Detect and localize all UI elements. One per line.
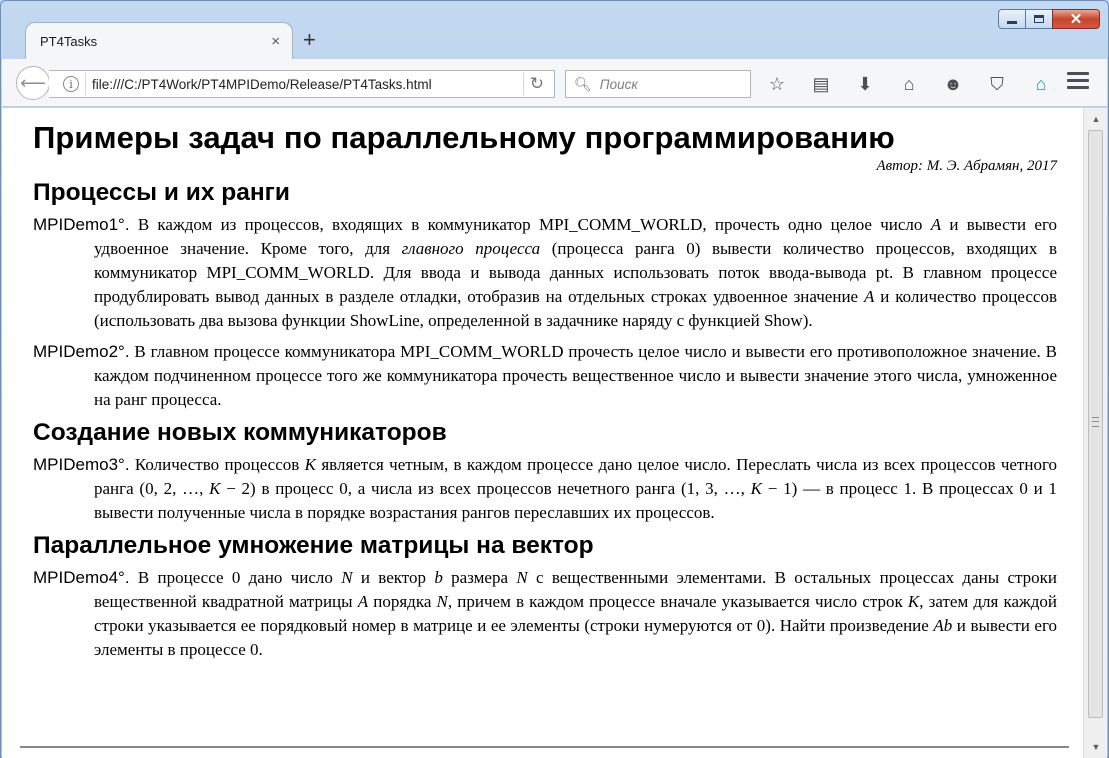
- tab-close-icon[interactable]: ×: [271, 33, 280, 50]
- task-text: В главном процессе коммуникатора MPI_COM…: [94, 342, 1057, 409]
- task-italic-text: b: [434, 568, 443, 587]
- task-italic-text: K: [750, 479, 762, 498]
- task-id: MPIDemo3°.: [33, 455, 130, 474]
- new-tab-button[interactable]: +: [303, 27, 316, 53]
- tab-strip: PT4Tasks × +: [1, 1, 1108, 60]
- task-italic-text: N: [436, 592, 448, 611]
- task-italic-text: N: [516, 568, 528, 587]
- page-viewport: Примеры задач по параллельному программи…: [2, 108, 1083, 758]
- smiley-icon[interactable]: ☻: [938, 69, 968, 99]
- url-bar[interactable]: i file:///C:/PT4Work/PT4MPIDemo/Release/…: [49, 70, 555, 98]
- url-separator: [522, 73, 524, 95]
- info-icon[interactable]: i: [63, 76, 79, 92]
- task-text: порядка: [368, 592, 437, 611]
- tab-pt4tasks[interactable]: PT4Tasks ×: [25, 22, 293, 60]
- task-text: − 2) в процесс 0, а числа из всех процес…: [220, 479, 751, 498]
- task-text: , причем в каждом процессе вначале указы…: [447, 592, 908, 611]
- task-description: MPIDemo1°. В каждом из процессов, входящ…: [33, 213, 1057, 333]
- scroll-down-icon[interactable]: ▼: [1084, 738, 1108, 756]
- section-heading: Создание новых коммуникаторов: [33, 419, 447, 446]
- addon-icon[interactable]: ⌂: [1026, 69, 1056, 99]
- task-italic-text: главного процесса: [401, 239, 541, 258]
- scroll-thumb[interactable]: [1088, 130, 1103, 718]
- back-button[interactable]: ⟵: [16, 66, 50, 100]
- search-input[interactable]: 🔍︎ Поиск: [565, 70, 751, 98]
- task-text: Количество процессов: [129, 455, 305, 474]
- task-text: и вектор: [352, 568, 435, 587]
- reload-icon[interactable]: ↻: [530, 74, 544, 94]
- page-content: Примеры задач по параллельному программи…: [2, 108, 1083, 662]
- task-id: MPIDemo1°.: [33, 215, 130, 234]
- home-icon[interactable]: ⌂: [894, 69, 924, 99]
- page-title: Примеры задач по параллельному программи…: [33, 120, 895, 155]
- grip-icon: [1092, 417, 1099, 427]
- tab-title: PT4Tasks: [40, 34, 98, 49]
- scroll-up-icon[interactable]: ▲: [1084, 110, 1108, 128]
- hamburger-menu-icon[interactable]: [1067, 72, 1089, 93]
- task-italic-text: A: [357, 592, 369, 611]
- search-placeholder: Поиск: [599, 76, 638, 92]
- task-italic-text: K: [304, 455, 316, 474]
- task-italic-text: A: [930, 215, 942, 234]
- task-description: MPIDemo2°. В главном процессе коммуникат…: [33, 340, 1057, 412]
- section-heading: Процессы и их ранги: [33, 179, 290, 206]
- url-text[interactable]: file:///C:/PT4Work/PT4MPIDemo/Release/PT…: [92, 77, 517, 92]
- browser-window: ✕ PT4Tasks × + ⟵ i file:///C:/PT4Work/PT…: [0, 0, 1109, 758]
- task-italic-text: N: [341, 568, 353, 587]
- url-separator: [85, 73, 86, 95]
- task-description: MPIDemo4°. В процессе 0 дано число N и в…: [33, 566, 1057, 662]
- task-id: MPIDemo4°.: [33, 568, 130, 587]
- task-text: В каждом из процессов, входящих в коммун…: [129, 215, 931, 234]
- download-icon[interactable]: ⬇: [850, 69, 880, 99]
- vertical-scrollbar[interactable]: ▲ ▼: [1083, 108, 1107, 758]
- bottom-rule: [20, 746, 1069, 748]
- back-arrow-icon: ⟵: [20, 72, 46, 93]
- task-italic-text: A: [863, 287, 875, 306]
- reading-list-icon[interactable]: ▤: [806, 69, 836, 99]
- bookmark-star-icon[interactable]: ☆: [762, 69, 792, 99]
- author-line: Автор: М. Э. Абрамян, 2017: [876, 158, 1057, 174]
- task-description: MPIDemo3°. Количество процессов K являет…: [33, 453, 1057, 525]
- pocket-icon[interactable]: ⛉: [982, 69, 1012, 99]
- task-text: В процессе 0 дано число: [129, 568, 342, 587]
- section-heading: Параллельное умножение матрицы на вектор: [33, 532, 594, 559]
- sections: Процессы и их ранги MPIDemo1°. В каждом и…: [33, 179, 1057, 662]
- task-text: размера: [442, 568, 517, 587]
- task-italic-text: K: [209, 479, 221, 498]
- toolbar-buttons: ☆ ▤ ⬇ ⌂ ☻ ⛉ ⌂: [762, 69, 1070, 99]
- task-id: MPIDemo2°.: [33, 342, 130, 361]
- search-icon: 🔍︎: [574, 75, 592, 92]
- navigation-toolbar: ⟵ i file:///C:/PT4Work/PT4MPIDemo/Releas…: [2, 59, 1107, 107]
- task-italic-text: Ab: [933, 616, 953, 635]
- task-italic-text: K: [907, 592, 920, 611]
